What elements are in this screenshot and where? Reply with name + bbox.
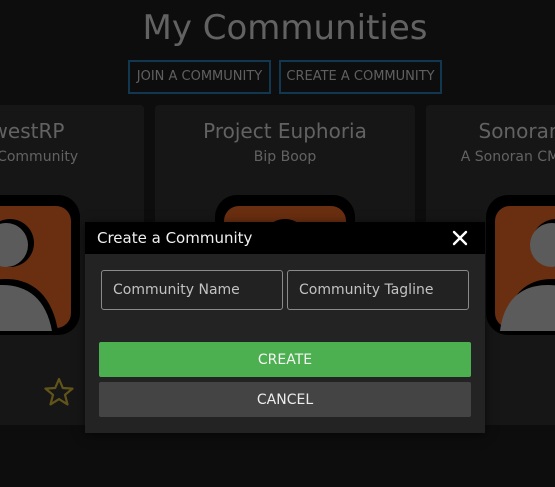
communities-page: My Communities JOIN A COMMUNITY CREATE A… xyxy=(0,0,555,487)
close-icon[interactable] xyxy=(450,228,470,248)
create-button[interactable]: CREATE xyxy=(99,342,471,377)
create-community-modal: Create a Community CREATE CANCEL xyxy=(85,222,485,433)
cancel-button[interactable]: CANCEL xyxy=(99,382,471,417)
community-tagline-input[interactable] xyxy=(287,270,469,310)
modal-title: Create a Community xyxy=(97,229,253,247)
modal-header: Create a Community xyxy=(85,222,485,254)
community-name-input[interactable] xyxy=(101,270,283,310)
